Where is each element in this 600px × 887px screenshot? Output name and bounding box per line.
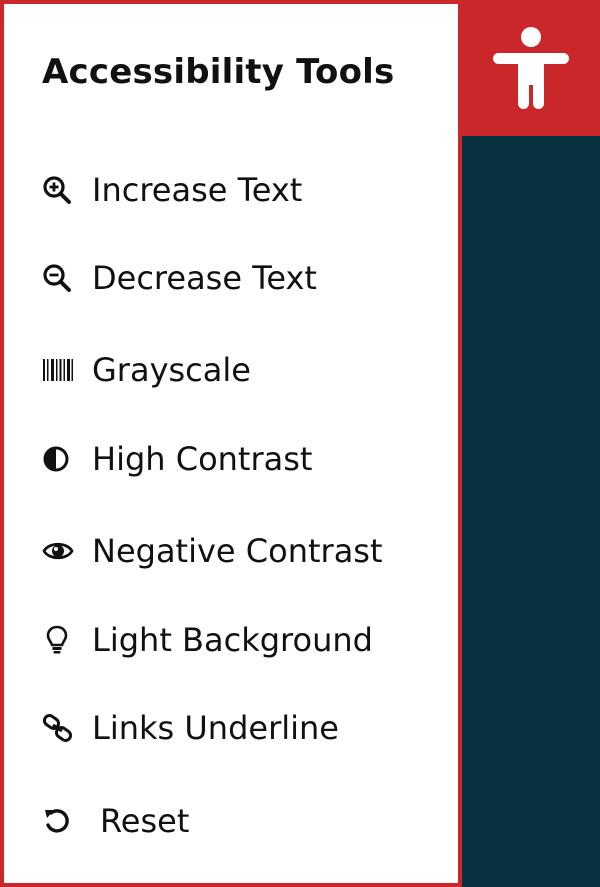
grayscale-label: Grayscale [92, 351, 251, 389]
eye-icon [42, 534, 76, 568]
contrast-icon [42, 442, 76, 476]
reset-item[interactable]: Reset [42, 801, 189, 841]
light-background-label: Light Background [92, 621, 373, 659]
zoom-in-icon [42, 173, 76, 207]
negative-contrast-item[interactable]: Negative Contrast [42, 531, 383, 571]
decrease-text-label: Decrease Text [92, 259, 317, 297]
grayscale-item[interactable]: Grayscale [42, 350, 251, 390]
high-contrast-item[interactable]: High Contrast [42, 439, 312, 479]
reset-icon [42, 804, 76, 838]
links-underline-item[interactable]: Links Underline [42, 708, 339, 748]
zoom-out-icon [42, 261, 76, 295]
accessibility-person-icon [493, 27, 569, 109]
light-background-item[interactable]: Light Background [42, 620, 373, 660]
negative-contrast-label: Negative Contrast [92, 532, 383, 570]
link-icon [42, 711, 76, 745]
increase-text-item[interactable]: Increase Text [42, 170, 302, 210]
accessibility-tools-panel: Accessibility Tools Increase Text Decrea… [0, 0, 462, 887]
increase-text-label: Increase Text [92, 171, 303, 209]
lightbulb-icon [42, 623, 76, 657]
reset-label: Reset [100, 802, 190, 840]
panel-title: Accessibility Tools [42, 52, 395, 92]
links-underline-label: Links Underline [92, 709, 339, 747]
barcode-icon [42, 353, 76, 387]
decrease-text-item[interactable]: Decrease Text [42, 258, 317, 298]
high-contrast-label: High Contrast [92, 440, 313, 478]
accessibility-toggle-button[interactable] [462, 0, 600, 136]
